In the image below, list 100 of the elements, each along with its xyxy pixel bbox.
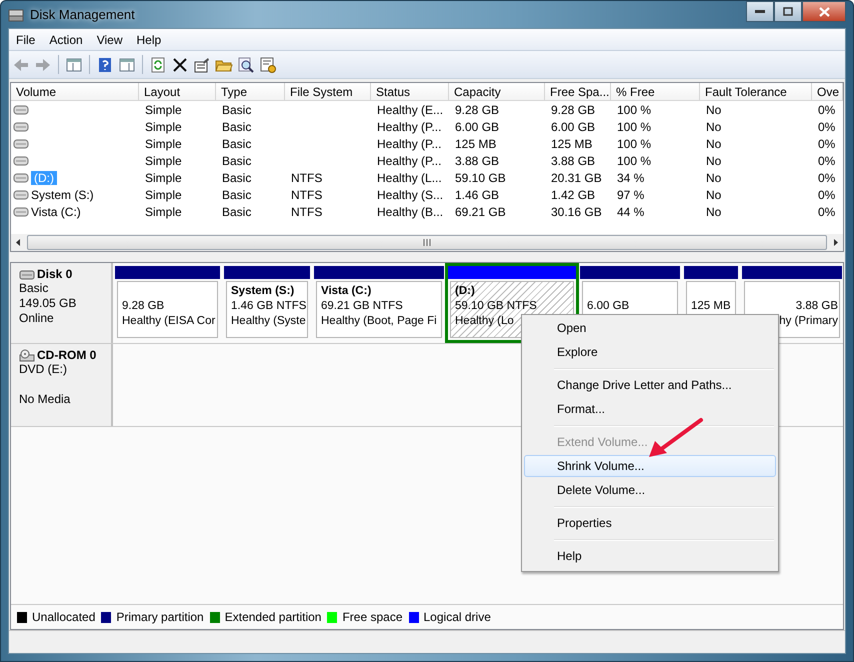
column-header[interactable]: File System	[285, 83, 371, 101]
table-cell: No	[706, 204, 722, 218]
cd-drive-icon	[19, 348, 35, 362]
maximize-button[interactable]	[774, 1, 802, 22]
disk-status: Online	[19, 311, 55, 326]
table-cell: No	[706, 136, 722, 150]
menu-item[interactable]: Change Drive Letter and Paths...	[524, 374, 776, 396]
table-cell: Simple	[145, 120, 182, 134]
table-cell: Healthy (L...	[377, 170, 442, 184]
table-cell: 0%	[818, 170, 836, 184]
legend-label: Unallocated	[32, 610, 96, 624]
menu-item[interactable]: Format...	[524, 398, 776, 420]
column-header[interactable]: Volume	[11, 83, 139, 101]
column-header[interactable]: Type	[216, 83, 285, 101]
table-cell: 97 %	[617, 188, 644, 202]
table-cell: Healthy (P...	[377, 120, 442, 134]
partition-block[interactable]: Vista (C:) 69.21 GB NTFS Healthy (Boot, Page Fi	[314, 266, 444, 340]
disk-label-panel[interactable]: Disk 0 Basic 149.05 GB Online	[11, 263, 113, 343]
table-cell: 0%	[818, 188, 836, 202]
column-header[interactable]: Layout	[139, 83, 216, 101]
disk-name: CD-ROM 0	[37, 348, 96, 362]
close-button[interactable]	[802, 1, 846, 22]
table-cell: Simple	[145, 188, 182, 202]
column-header[interactable]: Status	[371, 83, 449, 101]
table-cell: NTFS	[291, 188, 322, 202]
table-cell: 125 MB	[455, 136, 496, 150]
menu-bar-item[interactable]: Action	[42, 32, 90, 46]
partition-status: hy (Primary	[779, 314, 839, 329]
scroll-thumb[interactable]	[27, 235, 827, 250]
table-cell: 34 %	[617, 170, 644, 184]
action-pane-icon[interactable]	[118, 56, 136, 74]
table-cell: 20.31 GB	[551, 170, 602, 184]
column-header[interactable]: Fault Tolerance	[700, 83, 812, 101]
table-cell: 59.10 GB	[455, 170, 506, 184]
table-cell[interactable]: System (S:)	[31, 188, 94, 202]
menu-bar-item[interactable]: File	[9, 32, 42, 46]
settings-icon[interactable]	[259, 56, 277, 74]
table-cell: Simple	[145, 136, 182, 150]
partition-size: 69.21 GB NTFS	[321, 299, 404, 314]
table-cell: 0%	[818, 154, 836, 168]
table-cell: 3.88 GB	[551, 154, 596, 168]
menu-item[interactable]: Help	[524, 545, 776, 567]
table-cell: Basic	[222, 188, 252, 202]
menu-item[interactable]: Properties	[524, 512, 776, 534]
table-cell: Healthy (S...	[377, 188, 444, 202]
minimize-button[interactable]	[746, 1, 774, 22]
menu-bar-item[interactable]: Help	[130, 32, 168, 46]
table-cell[interactable]: Vista (C:)	[31, 204, 81, 218]
disk-type: DVD (E:)	[19, 362, 68, 377]
horizontal-scrollbar[interactable]	[11, 234, 843, 251]
drive-icon	[13, 206, 29, 217]
table-cell: Simple	[145, 204, 182, 218]
menu-item[interactable]: Shrink Volume...	[524, 455, 776, 477]
minimize-icon	[755, 10, 765, 14]
partition-block[interactable]: 9.28 GB Healthy (EISA Cor	[115, 266, 220, 340]
search-icon[interactable]	[237, 56, 255, 74]
table-cell: Healthy (E...	[377, 102, 444, 116]
table-cell: Simple	[145, 154, 182, 168]
partition-block[interactable]: System (S:) 1.46 GB NTFS Healthy (Syste	[224, 266, 310, 340]
console-tree-icon[interactable]	[65, 56, 83, 74]
menu-bar-item[interactable]: View	[90, 32, 130, 46]
table-cell: Healthy (B...	[377, 204, 444, 218]
properties-icon[interactable]	[193, 56, 211, 74]
column-header[interactable]: Capacity	[449, 83, 545, 101]
menu-item[interactable]: Delete Volume...	[524, 479, 776, 501]
table-cell: No	[706, 188, 722, 202]
table-cell: 100 %	[617, 136, 652, 150]
table-cell: No	[706, 102, 722, 116]
disk-type: Basic	[19, 281, 50, 296]
drive-icon	[13, 138, 29, 149]
column-header[interactable]: % Free	[611, 83, 700, 101]
table-cell: 0%	[818, 102, 836, 116]
column-header[interactable]: Ove	[812, 83, 843, 101]
disk-label-panel[interactable]: CD-ROM 0 DVD (E:) No Media	[11, 344, 113, 426]
table-cell: 3.88 GB	[455, 154, 500, 168]
annotation-arrow	[646, 417, 704, 459]
table-cell: Simple	[145, 170, 182, 184]
table-cell: 30.16 GB	[551, 204, 602, 218]
table-cell: 125 MB	[551, 136, 592, 150]
legend-label: Logical drive	[424, 610, 491, 624]
partition-size: 6.00 GB	[587, 299, 630, 314]
table-cell: 44 %	[617, 204, 644, 218]
help-icon[interactable]	[96, 56, 114, 74]
refresh-icon[interactable]	[149, 56, 167, 74]
legend-label: Extended partition	[224, 610, 322, 624]
table-cell: 1.42 GB	[551, 188, 596, 202]
partition-size: 9.28 GB	[122, 299, 166, 314]
partition-status: Healthy (Syste	[231, 314, 307, 329]
grip-icon	[422, 239, 432, 246]
delete-icon[interactable]	[171, 56, 189, 74]
menu-item[interactable]: Explore	[524, 341, 776, 363]
table-cell: 100 %	[617, 154, 652, 168]
column-header[interactable]: Free Spa...	[545, 83, 611, 101]
table-cell: Basic	[222, 120, 252, 134]
close-icon	[818, 6, 830, 16]
disk-management-icon	[8, 6, 24, 22]
table-cell: 0%	[818, 120, 836, 134]
table-cell: Simple	[145, 102, 182, 116]
table-cell: 6.00 GB	[551, 120, 596, 134]
table-cell: Basic	[222, 170, 252, 184]
